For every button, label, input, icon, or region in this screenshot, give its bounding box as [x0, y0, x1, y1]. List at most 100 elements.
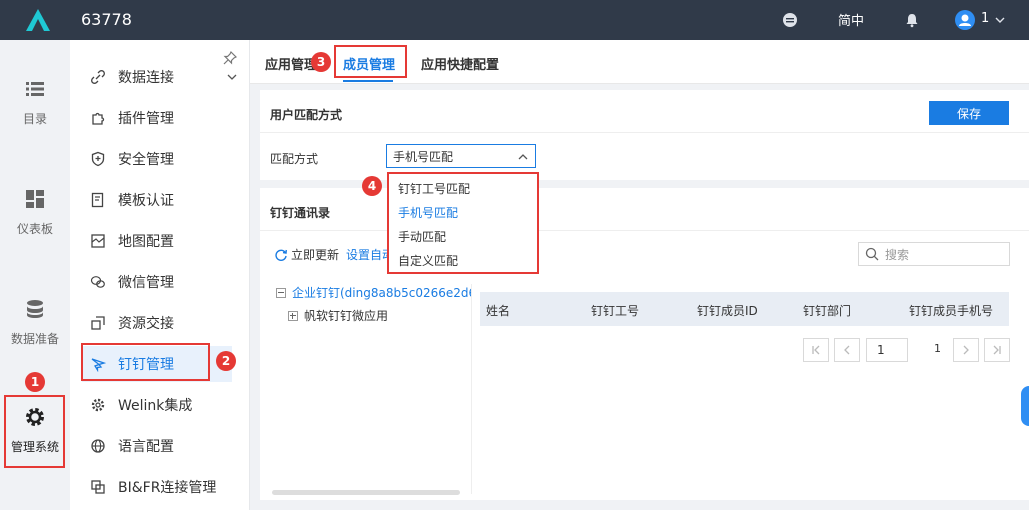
- last-page-button[interactable]: [984, 338, 1010, 362]
- connection-icon: [91, 480, 105, 494]
- match-method-select[interactable]: 手机号匹配: [386, 144, 536, 168]
- page-number-input[interactable]: 1: [866, 338, 908, 362]
- dashboard-icon: [26, 190, 44, 208]
- nav-item-label: 仪表板: [16, 222, 53, 236]
- submenu-item-template-auth[interactable]: 模板认证: [82, 182, 232, 218]
- nav-item-label: 数据准备: [10, 332, 59, 346]
- shield-icon: [91, 151, 105, 167]
- submenu-item-label: 模板认证: [118, 193, 174, 209]
- submenu-item-label: 地图配置: [118, 234, 174, 250]
- search-icon: [865, 247, 879, 261]
- step-badge: 2: [216, 351, 236, 371]
- match-method-label: 匹配方式: [270, 152, 319, 166]
- column-header[interactable]: 钉钉工号: [591, 302, 639, 319]
- user-icon: [959, 14, 971, 26]
- admin-submenu: 数据连接 插件管理 安全管理 模板认证 地图配置 微信管理 资源交接 钉钉管理 …: [70, 40, 250, 510]
- gear-icon: [91, 398, 105, 412]
- chevron-down-icon[interactable]: [226, 71, 238, 83]
- horizontal-scrollbar[interactable]: [272, 490, 460, 495]
- submenu-item-label: BI&FR连接管理: [118, 480, 217, 496]
- database-icon: [27, 300, 43, 318]
- app-title: 63778: [81, 10, 132, 29]
- page-number: 1: [877, 343, 885, 357]
- submenu-item-plugins[interactable]: 插件管理: [82, 100, 232, 136]
- select-value: 手机号匹配: [393, 149, 454, 164]
- tree-node-microapp[interactable]: 帆软钉钉微应用: [288, 307, 388, 324]
- tab-app-quick-config[interactable]: 应用快捷配置: [421, 54, 499, 73]
- dingtalk-contacts-panel: 钉钉通讯录 立即更新 设置自动 搜索 企业钉钉(ding8a8b5c0266e2…: [260, 188, 1029, 500]
- submenu-item-label: 语言配置: [118, 439, 174, 455]
- step-badge: 4: [362, 176, 382, 196]
- step-badge: 3: [311, 52, 331, 72]
- app-logo-icon[interactable]: [26, 9, 50, 31]
- nav-item-dashboard[interactable]: 仪表板: [0, 188, 70, 237]
- column-header[interactable]: 钉钉部门: [803, 302, 851, 319]
- submenu-item-label: 插件管理: [118, 111, 174, 127]
- bell-icon[interactable]: [904, 12, 920, 28]
- language-switch[interactable]: 简中: [838, 10, 864, 29]
- org-tree: 企业钉钉(ding8a8b5c0266e2d68c 帆软钉钉微应用: [272, 284, 472, 494]
- search-input[interactable]: 搜索: [858, 242, 1010, 266]
- highlight-member-tab: [334, 45, 407, 78]
- collapse-icon[interactable]: [276, 287, 286, 298]
- submenu-item-security[interactable]: 安全管理: [82, 141, 232, 177]
- dropdown-option[interactable]: 手动匹配: [398, 228, 446, 245]
- last-page-icon: [993, 345, 1001, 355]
- user-avatar[interactable]: [955, 10, 975, 30]
- main-content: 应用管理 成员管理 应用快捷配置 用户匹配方式 保存 匹配方式 手机号匹配 钉钉…: [250, 40, 1029, 510]
- divider: [260, 230, 1029, 231]
- theme-toggle-icon[interactable]: [782, 12, 798, 28]
- refresh-icon: [275, 249, 287, 261]
- nav-item-data-prep[interactable]: 数据准备: [0, 298, 70, 347]
- submenu-item-resource-handover[interactable]: 资源交接: [82, 305, 232, 341]
- link-icon: [91, 70, 105, 84]
- top-bar: 63778 简中 1: [0, 0, 1029, 40]
- globe-icon: [91, 439, 105, 453]
- column-header[interactable]: 钉钉成员手机号: [909, 302, 993, 319]
- match-method-dropdown: 钉钉工号匹配 手机号匹配 手动匹配 自定义匹配: [387, 172, 539, 274]
- nav-item-label: 目录: [22, 112, 47, 126]
- user-name[interactable]: 1: [981, 11, 989, 26]
- map-icon: [91, 234, 105, 248]
- nav-item-catalog[interactable]: 目录: [0, 78, 70, 127]
- refresh-button[interactable]: 立即更新: [274, 246, 339, 263]
- expand-icon[interactable]: [288, 310, 298, 321]
- submenu-item-label: 微信管理: [118, 275, 174, 291]
- save-button[interactable]: 保存: [929, 101, 1009, 125]
- user-match-panel: 用户匹配方式 保存 匹配方式 手机号匹配: [260, 90, 1029, 180]
- first-page-button[interactable]: [803, 338, 829, 362]
- chevron-down-icon[interactable]: [994, 14, 1006, 26]
- submenu-item-language[interactable]: 语言配置: [82, 428, 232, 464]
- tree-node-enterprise[interactable]: 企业钉钉(ding8a8b5c0266e2d68c: [276, 284, 471, 301]
- table-header: 姓名 钉钉工号 钉钉成员ID 钉钉部门 钉钉成员手机号: [480, 292, 1009, 326]
- dropdown-option-selected[interactable]: 手机号匹配: [398, 204, 458, 221]
- floating-help-button[interactable]: [1021, 386, 1029, 426]
- submenu-item-label: 数据连接: [118, 70, 174, 86]
- dropdown-option[interactable]: 钉钉工号匹配: [398, 180, 470, 197]
- column-header[interactable]: 钉钉成员ID: [697, 302, 758, 319]
- handover-icon: [91, 316, 105, 330]
- prev-page-button[interactable]: [834, 338, 860, 362]
- wechat-icon: [90, 276, 105, 288]
- highlight-admin-nav: [4, 395, 65, 468]
- submenu-item-map-config[interactable]: 地图配置: [82, 223, 232, 259]
- chevron-left-icon: [844, 345, 850, 355]
- submenu-item-data-connection[interactable]: 数据连接: [82, 59, 237, 95]
- puzzle-icon: [92, 112, 105, 125]
- next-page-button[interactable]: [953, 338, 979, 362]
- document-icon: [91, 192, 104, 208]
- divider: [260, 132, 1029, 133]
- refresh-label: 立即更新: [291, 248, 340, 262]
- column-header[interactable]: 姓名: [486, 302, 510, 319]
- list-icon: [26, 82, 44, 96]
- chevron-right-icon: [963, 345, 969, 355]
- submenu-item-welink[interactable]: Welink集成: [82, 387, 232, 423]
- step-badge: 1: [25, 372, 45, 392]
- tab-app-management[interactable]: 应用管理: [265, 54, 317, 73]
- panel-title: 钉钉通讯录: [270, 206, 331, 220]
- submenu-item-wechat[interactable]: 微信管理: [82, 264, 232, 300]
- chevron-up-icon: [518, 154, 528, 160]
- submenu-item-bi-fr-connection[interactable]: BI&FR连接管理: [82, 469, 232, 505]
- dropdown-option[interactable]: 自定义匹配: [398, 252, 458, 269]
- search-placeholder: 搜索: [885, 247, 910, 262]
